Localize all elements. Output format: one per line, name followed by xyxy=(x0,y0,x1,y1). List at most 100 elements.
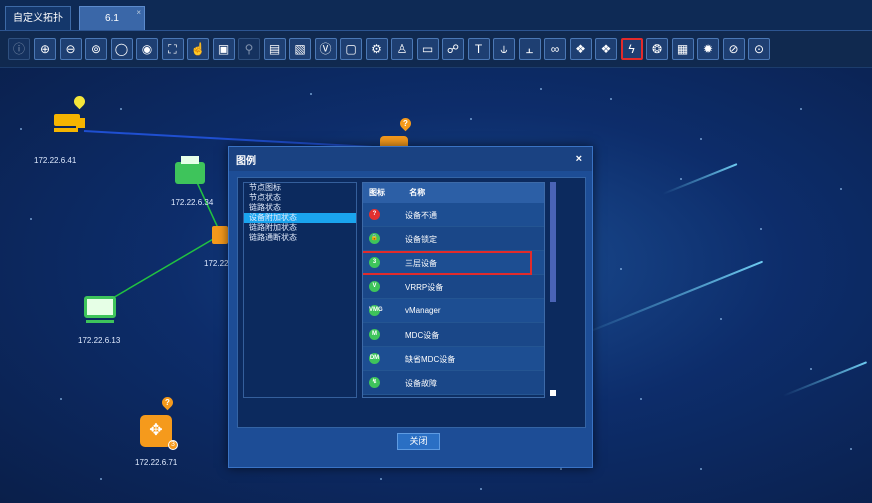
node-label: 172.22.6.71 xyxy=(135,458,178,467)
zoom-out-icon[interactable]: ⊖ xyxy=(59,38,82,60)
star-decoration xyxy=(680,178,682,180)
legend-name: 设备锁定 xyxy=(405,235,437,244)
printer-icon xyxy=(175,162,205,184)
dialog-header[interactable]: 图例 × xyxy=(229,147,592,171)
category-item[interactable]: 设备附加状态 xyxy=(244,213,356,223)
star-decoration xyxy=(310,93,312,95)
status-badge-icon: 🔒 xyxy=(369,233,380,244)
tag-icon[interactable]: ❖ xyxy=(569,38,592,60)
monitor-stand xyxy=(86,320,114,323)
status-badge-icon: VMG xyxy=(369,305,383,316)
palette-icon[interactable]: ❂ xyxy=(646,38,668,60)
star-decoration xyxy=(800,108,802,110)
close-button[interactable]: 关闭 xyxy=(397,433,440,450)
status-badge-icon: DM xyxy=(369,353,380,364)
close-icon[interactable]: × xyxy=(136,1,141,25)
node-monitor[interactable] xyxy=(84,296,120,326)
star-decoration xyxy=(470,118,472,120)
legend-row[interactable]: VMG vManager xyxy=(363,299,544,323)
tab-label: 6.1 xyxy=(105,13,119,24)
legend-name: vManager xyxy=(405,306,441,315)
status-badge-icon: M xyxy=(369,329,380,340)
category-list: 节点图标 节点状态 链路状态 设备附加状态 链路附加状态 链路通断状态 xyxy=(243,182,357,398)
monitor-icon[interactable]: ⊘ xyxy=(722,38,745,60)
legend-row[interactable]: ↯ 设备故障 xyxy=(363,371,544,395)
dialog-title: 图例 xyxy=(236,156,256,167)
fullscreen-icon[interactable]: ⛶ xyxy=(161,38,184,60)
tab-6-1[interactable]: 6.1 × xyxy=(79,6,145,30)
legend-header: 图标 名称 xyxy=(363,183,544,203)
image-icon[interactable]: ▧ xyxy=(289,38,311,60)
legend-name: 缺省MDC设备 xyxy=(405,355,456,364)
category-item[interactable]: 链路通断状态 xyxy=(244,233,356,243)
search-icon[interactable]: ◯ xyxy=(110,38,133,60)
star-decoration xyxy=(720,318,722,320)
legend-rows: ? 设备不通 🔒 设备锁定 3 三层设备 V VRRP设备 VMG vManager M MDC设备 D… xyxy=(363,203,544,395)
star-decoration xyxy=(20,128,22,130)
legend-row[interactable]: ? 设备不通 xyxy=(363,203,544,227)
info-icon[interactable]: ⓘ xyxy=(8,38,30,60)
link-edit-icon[interactable]: ⫠ xyxy=(518,38,541,60)
status-badge-icon: V xyxy=(369,281,380,292)
star-decoration xyxy=(850,448,852,450)
legend-header-icon: 图标 xyxy=(369,188,385,197)
star-decoration xyxy=(810,368,812,370)
legend-row[interactable]: V VRRP设备 xyxy=(363,275,544,299)
close-icon[interactable]: × xyxy=(576,153,582,165)
hand-icon[interactable]: ☝ xyxy=(187,38,209,60)
gear-icon[interactable]: ✹ xyxy=(697,38,719,60)
camera-base xyxy=(54,128,78,132)
printer-paper xyxy=(181,156,199,164)
frame-icon[interactable]: ▢ xyxy=(340,38,362,60)
star-decoration xyxy=(620,268,622,270)
status-badge-icon: ↯ xyxy=(369,377,380,388)
v-box-icon[interactable]: Ⓥ xyxy=(314,38,337,60)
node-label: 172.22.6.13 xyxy=(78,336,121,345)
status-pin-icon xyxy=(71,93,88,110)
legend-row[interactable]: 3 三层设备 xyxy=(363,251,544,275)
node-camera[interactable] xyxy=(54,93,94,136)
legend-row[interactable]: M MDC设备 xyxy=(363,323,544,347)
star-decoration xyxy=(700,138,702,140)
legend-scrollbar[interactable] xyxy=(550,182,556,302)
toolbar: ⓘ ⊕ ⊖ ⊚ ◯ ◉ ⛶ ☝ ▣ ⚲ ▤ ▧ Ⓥ ▢ ⚙ ♙ ▭ ☍ T ⫝ ⫠ ∞ ❖ ❖ ϟ ❂ ▦ ✹ ⊘ ⊙ xyxy=(0,30,872,68)
node-label: 172.22.6.34 xyxy=(171,198,214,207)
select-icon[interactable]: ▣ xyxy=(212,38,235,60)
binoculars-icon[interactable]: ∞ xyxy=(544,38,566,60)
star-decoration xyxy=(610,98,612,100)
legend-row[interactable]: DM 缺省MDC设备 xyxy=(363,347,544,371)
tag-2-icon[interactable]: ❖ xyxy=(595,38,617,60)
router-icon: ✥ xyxy=(140,415,172,447)
star-decoration xyxy=(700,468,702,470)
settings-icon[interactable]: ⚙ xyxy=(365,38,388,60)
category-item[interactable]: 节点图标 xyxy=(244,183,356,193)
legend-row[interactable]: 🔒 设备锁定 xyxy=(363,227,544,251)
legend-icon[interactable]: ϟ xyxy=(620,38,643,60)
fit-icon[interactable]: ⊚ xyxy=(85,38,107,60)
text-icon[interactable]: T xyxy=(467,38,490,60)
eye-icon[interactable]: ◉ xyxy=(136,38,158,60)
grid-icon[interactable]: ▦ xyxy=(671,38,694,60)
node-label: 172.22.6.41 xyxy=(34,156,77,165)
category-item[interactable]: 节点状态 xyxy=(244,193,356,203)
health-icon[interactable]: ⊙ xyxy=(748,38,770,60)
node-router[interactable]: ? ✥ 3 xyxy=(140,394,180,450)
status-pin-icon: ? xyxy=(159,394,176,411)
link-n3-n4 xyxy=(105,237,216,303)
device-icon[interactable]: ▭ xyxy=(416,38,439,60)
monitor-icon xyxy=(84,296,116,318)
legend-dialog: 图例 × 节点图标 节点状态 链路状态 设备附加状态 链路附加状态 链路通断状态 图标 名… xyxy=(228,146,593,468)
zoom-in-icon[interactable]: ⊕ xyxy=(34,38,56,60)
tab-custom-topology[interactable]: 自定义拓扑 xyxy=(5,6,71,30)
link-icon[interactable]: ⚲ xyxy=(238,38,260,60)
category-item[interactable]: 链路状态 xyxy=(244,203,356,213)
save-icon[interactable]: ▤ xyxy=(263,38,286,60)
dialog-body: 节点图标 节点状态 链路状态 设备附加状态 链路附加状态 链路通断状态 图标 名称 ? 设备… xyxy=(237,177,586,450)
node-top-device[interactable]: ? xyxy=(380,115,414,148)
node-printer[interactable] xyxy=(175,156,207,188)
category-item[interactable]: 链路附加状态 xyxy=(244,223,356,233)
share-icon[interactable]: ☍ xyxy=(442,38,464,60)
star-decoration xyxy=(100,478,102,480)
hierarchy-icon[interactable]: ♙ xyxy=(391,38,413,60)
link-add-icon[interactable]: ⫝ xyxy=(493,38,515,60)
